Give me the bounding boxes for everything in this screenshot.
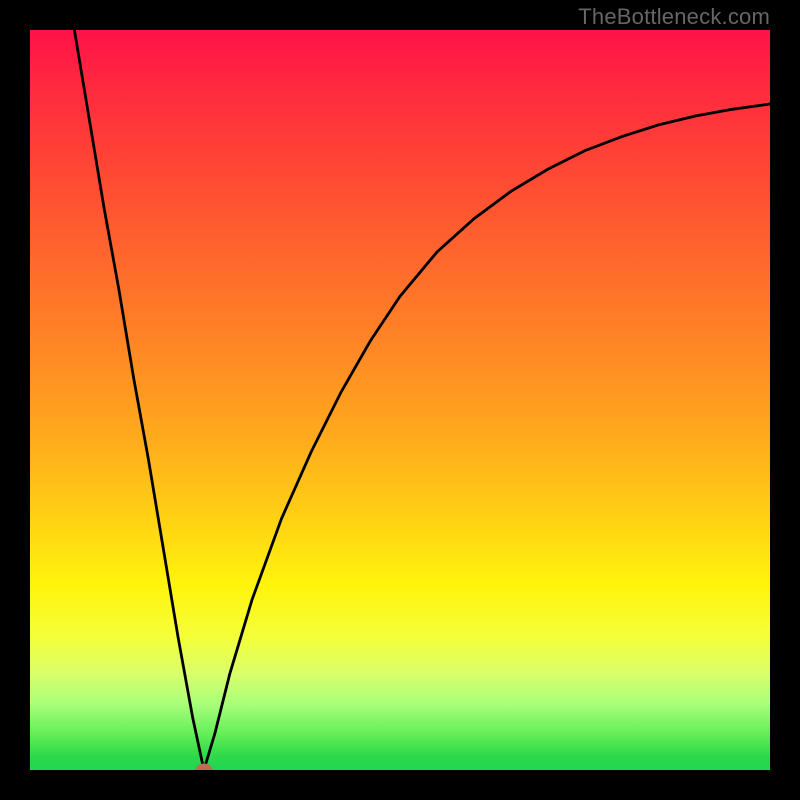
plot-area [30,30,770,770]
bottleneck-curve [74,30,770,770]
curve-svg [30,30,770,770]
minimum-marker-dot [196,764,212,770]
chart-container: TheBottleneck.com [0,0,800,800]
watermark-text: TheBottleneck.com [578,4,770,30]
